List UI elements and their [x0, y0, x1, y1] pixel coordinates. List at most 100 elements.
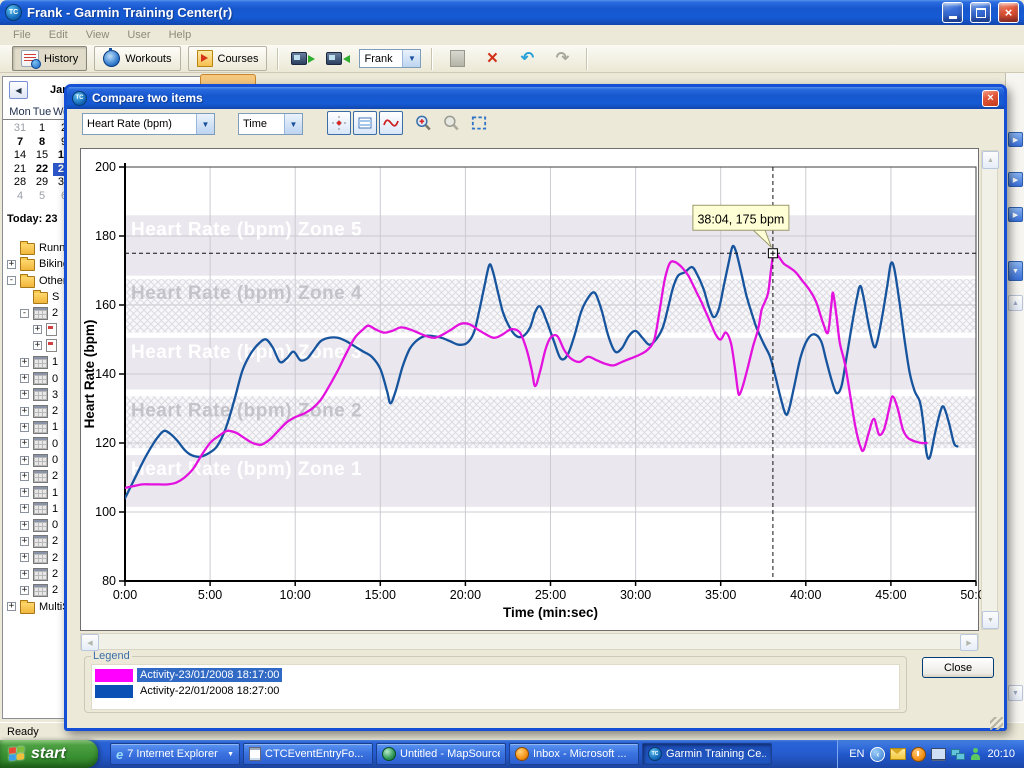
courses-icon	[197, 50, 213, 67]
page-icon	[450, 50, 465, 67]
history-button[interactable]: History	[12, 46, 87, 71]
taskbar-button-label: CTCEventEntryFo...	[265, 748, 367, 760]
calendar-date[interactable]: 21	[9, 163, 31, 177]
taskbar-button[interactable]: e7 Internet Explorer▼	[110, 743, 240, 765]
courses-button[interactable]: Courses	[188, 46, 268, 71]
resize-grip[interactable]	[990, 717, 1003, 730]
calendar-date[interactable]: 5	[31, 190, 53, 204]
tree-expander[interactable]: +	[33, 341, 42, 350]
metric-dropdown[interactable]: Heart Rate (bpm) ▼	[82, 113, 215, 135]
legend-item[interactable]: Activity-23/01/2008 18:17:00	[95, 667, 896, 683]
calendar-date[interactable]: 4	[9, 190, 31, 204]
tree-expander[interactable]: +	[20, 488, 29, 497]
menu-view[interactable]: View	[77, 27, 119, 43]
tree-expander[interactable]: +	[7, 602, 16, 611]
tree-expander[interactable]: -	[7, 276, 16, 285]
calendar-date[interactable]: 31	[9, 122, 31, 136]
ie-icon: e	[116, 747, 123, 762]
taskbar-button[interactable]: TCGarmin Training Ce...	[642, 743, 772, 765]
calendar-date[interactable]: 8	[31, 136, 53, 150]
calendar-date[interactable]: 15	[31, 149, 53, 163]
chart-hscrollbar[interactable]: ◀ ▶	[80, 633, 979, 650]
calendar-date[interactable]: 1	[31, 122, 53, 136]
dialog-close-button[interactable]: Close	[922, 657, 994, 678]
tree-expander[interactable]: +	[20, 504, 29, 513]
menu-help[interactable]: Help	[160, 27, 201, 43]
language-indicator[interactable]: EN	[849, 748, 864, 760]
menu-user[interactable]: User	[118, 27, 159, 43]
minimize-button[interactable]	[942, 2, 963, 23]
tree-expander[interactable]: +	[20, 456, 29, 465]
scroll-up-button[interactable]: ▲	[1008, 295, 1023, 311]
tree-expander[interactable]: -	[20, 309, 29, 318]
receive-from-device-button[interactable]	[324, 47, 352, 70]
window-title: Frank - Garmin Training Center(r)	[27, 5, 935, 20]
restore-button[interactable]	[970, 2, 991, 23]
calendar-date[interactable]: 22	[31, 163, 53, 177]
grid-icon	[33, 584, 48, 597]
undo-button[interactable]: ↶	[513, 47, 541, 70]
dialog-close-icon[interactable]: ×	[982, 90, 999, 107]
clock-tray-icon[interactable]	[911, 747, 926, 762]
menu-edit[interactable]: Edit	[40, 27, 77, 43]
send-to-device-button[interactable]	[289, 47, 317, 70]
hide-icons-button[interactable]: ‹	[870, 747, 885, 762]
chevron-down-icon[interactable]: ▼	[402, 50, 420, 67]
zoom-in-button[interactable]	[411, 111, 435, 135]
tree-expander[interactable]: +	[33, 325, 42, 334]
tree-expander[interactable]: +	[20, 358, 29, 367]
crosshair-toggle-button[interactable]	[327, 111, 351, 135]
chevron-down-icon[interactable]: ▼	[284, 114, 302, 134]
panel-button[interactable]: ▶	[1008, 132, 1023, 147]
scroll-down-button[interactable]: ▼	[1008, 685, 1023, 701]
scroll-left-button[interactable]: ◀	[81, 634, 99, 651]
scroll-down-button[interactable]: ▼	[982, 611, 999, 629]
tree-expander[interactable]: +	[20, 390, 29, 399]
taskbar-button[interactable]: Inbox - Microsoft ...	[509, 743, 639, 765]
chart-panel[interactable]: Heart Rate (bpm) Zone 5Heart Rate (bpm) …	[80, 148, 979, 631]
legend-box: Legend Activity-23/01/2008 18:17:00Activ…	[84, 650, 907, 713]
dialog-icon: TC	[72, 91, 87, 106]
scroll-up-button[interactable]: ▲	[982, 151, 999, 169]
taskbar-button[interactable]: Untitled - MapSource	[376, 743, 506, 765]
tree-expander[interactable]: +	[20, 521, 29, 530]
tree-expander[interactable]: +	[7, 260, 16, 269]
x-axis-dropdown[interactable]: Time ▼	[238, 113, 303, 135]
tree-expander[interactable]: +	[20, 586, 29, 595]
panel-button[interactable]: ▶	[1008, 207, 1023, 222]
network-tray-icon[interactable]	[951, 749, 965, 760]
tree-expander[interactable]: +	[20, 439, 29, 448]
panel-button[interactable]: ▶	[1008, 172, 1023, 187]
close-button[interactable]: ×	[998, 2, 1019, 23]
fit-to-window-button[interactable]	[467, 111, 491, 135]
legend-item[interactable]: Activity-22/01/2008 18:27:00	[95, 683, 896, 699]
menu-file[interactable]: File	[4, 27, 40, 43]
tree-expander[interactable]: +	[20, 570, 29, 579]
tree-expander[interactable]: +	[20, 423, 29, 432]
taskbar-button[interactable]: CTCEventEntryFo...	[243, 743, 373, 765]
tree-expander[interactable]: +	[20, 374, 29, 383]
delete-button[interactable]: ×	[478, 47, 506, 70]
messenger-user-icon[interactable]	[970, 748, 981, 761]
calendar-date[interactable]: 7	[9, 136, 31, 150]
calendar-date[interactable]: 28	[9, 176, 31, 190]
panel-combo-button[interactable]: ▼	[1008, 261, 1023, 281]
tree-expander[interactable]: +	[20, 472, 29, 481]
scroll-right-button[interactable]: ▶	[960, 634, 978, 651]
tree-expander[interactable]: +	[20, 537, 29, 546]
calendar-back-button[interactable]: ◀	[9, 81, 28, 99]
workouts-button[interactable]: Workouts	[94, 46, 180, 71]
line-graph-toggle-button[interactable]	[379, 111, 403, 135]
calendar-date[interactable]: 29	[31, 176, 53, 190]
new-mail-icon[interactable]	[890, 748, 906, 760]
chart-vscrollbar[interactable]: ▲ ▼	[981, 150, 998, 630]
tree-expander[interactable]: +	[20, 407, 29, 416]
hr-comparison-chart[interactable]: Heart Rate (bpm) Zone 5Heart Rate (bpm) …	[81, 149, 978, 630]
tree-expander[interactable]: +	[20, 553, 29, 562]
start-button[interactable]: start	[0, 740, 98, 768]
display-tray-icon[interactable]	[931, 748, 946, 760]
chevron-down-icon[interactable]: ▼	[196, 114, 214, 134]
calendar-date[interactable]: 14	[9, 149, 31, 163]
user-dropdown[interactable]: Frank ▼	[359, 49, 421, 68]
zones-toggle-button[interactable]	[353, 111, 377, 135]
